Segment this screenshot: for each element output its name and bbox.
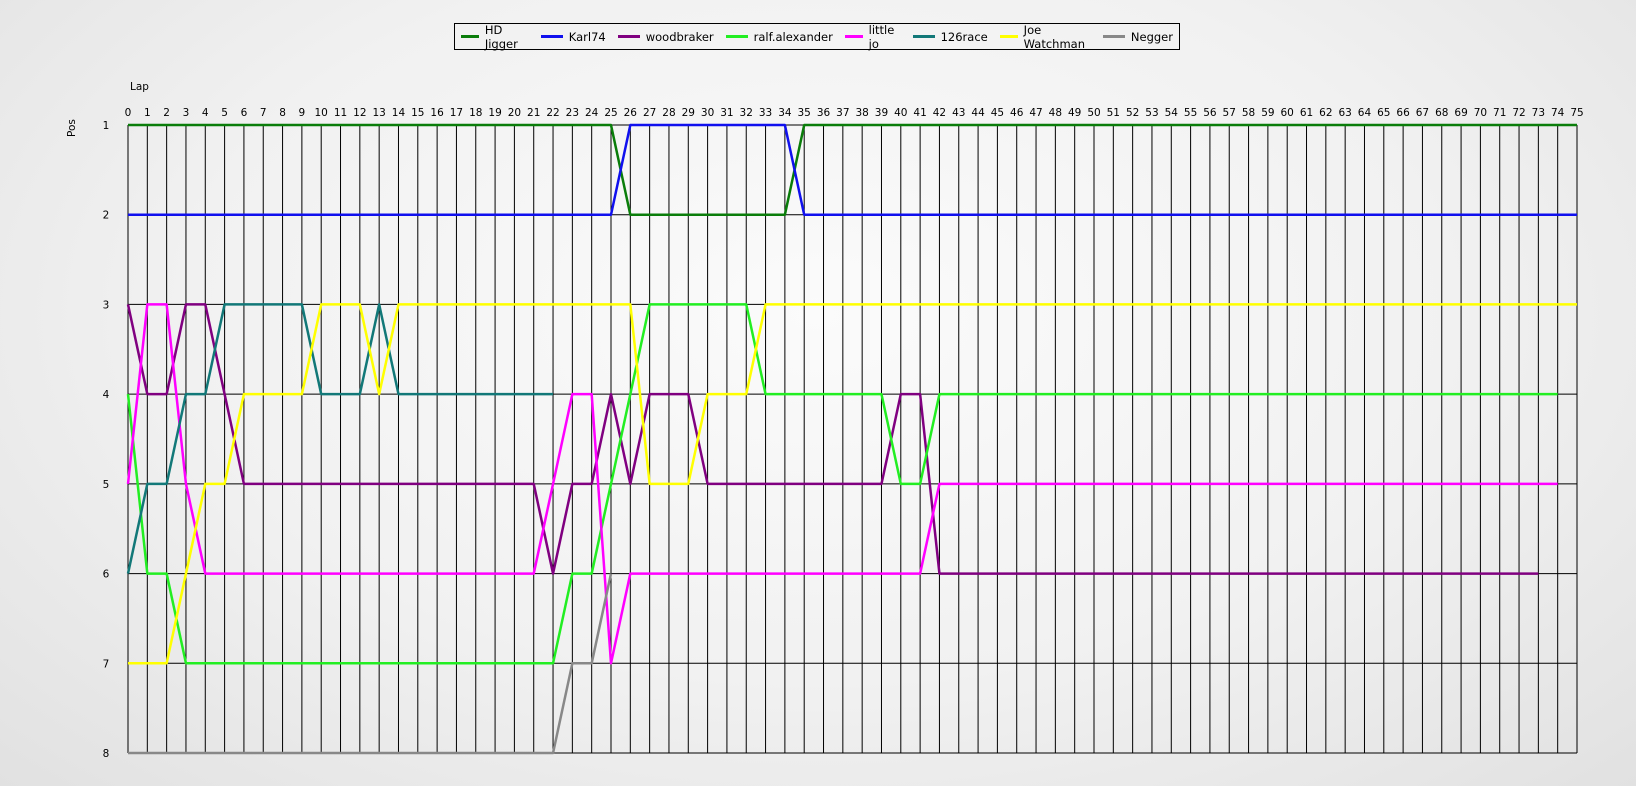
x-tick-label: 2 xyxy=(163,107,170,119)
x-tick-label: 69 xyxy=(1454,107,1467,119)
y-tick-label: 7 xyxy=(103,658,110,670)
x-tick-label: 0 xyxy=(125,107,132,119)
x-tick-label: 23 xyxy=(566,107,579,119)
x-tick-label: 49 xyxy=(1068,107,1081,119)
x-tick-label: 41 xyxy=(913,107,926,119)
x-tick-label: 32 xyxy=(740,107,753,119)
series-line-hd-jigger xyxy=(128,123,1577,216)
y-tick-labels: 1 2 3 4 5 6 7 8 xyxy=(103,120,110,760)
x-tick-label: 8 xyxy=(279,107,286,119)
x-tick-label: 26 xyxy=(624,107,638,119)
y-tick-label: 1 xyxy=(103,120,110,132)
x-tick-label: 5 xyxy=(221,107,228,119)
x-tick-label: 73 xyxy=(1532,107,1545,119)
x-tick-label: 63 xyxy=(1338,107,1351,119)
x-tick-label: 28 xyxy=(662,107,675,119)
x-tick-label: 11 xyxy=(334,107,347,119)
position-chart: 0 1 2 3 4 5 6 7 8 9 10 11 12 13 14 15 16 17 18 19 20 21 22 23 24… xyxy=(66,81,1584,760)
x-tick-label: 61 xyxy=(1300,107,1313,119)
x-tick-label: 38 xyxy=(855,107,868,119)
x-tick-label: 56 xyxy=(1203,107,1217,119)
grid xyxy=(127,124,1578,754)
x-tick-label: 57 xyxy=(1223,107,1236,119)
x-tick-label: 14 xyxy=(392,107,406,119)
x-tick-label: 55 xyxy=(1184,107,1197,119)
x-tick-label: 65 xyxy=(1377,107,1390,119)
x-tick-label: 34 xyxy=(778,107,792,119)
x-tick-label: 25 xyxy=(604,107,617,119)
x-tick-label: 39 xyxy=(875,107,888,119)
x-tick-label: 75 xyxy=(1570,107,1583,119)
x-tick-label: 47 xyxy=(1029,107,1042,119)
x-tick-label: 31 xyxy=(720,107,733,119)
x-tick-label: 74 xyxy=(1551,107,1565,119)
y-tick-label: 2 xyxy=(103,210,110,222)
x-tick-label: 17 xyxy=(450,107,463,119)
x-tick-label: 44 xyxy=(971,107,985,119)
x-tick-label: 50 xyxy=(1087,107,1100,119)
x-tick-labels: 0 1 2 3 4 5 6 7 8 9 10 11 12 13 14 15 16 17 18 19 20 21 22 23 24… xyxy=(125,107,1584,119)
y-tick-label: 5 xyxy=(103,479,110,491)
x-tick-label: 54 xyxy=(1165,107,1179,119)
x-tick-label: 20 xyxy=(508,107,521,119)
x-tick-label: 27 xyxy=(643,107,656,119)
x-tick-label: 16 xyxy=(430,107,444,119)
x-tick-label: 40 xyxy=(894,107,907,119)
x-tick-label: 21 xyxy=(527,107,540,119)
x-tick-label: 62 xyxy=(1319,107,1332,119)
y-tick-label: 6 xyxy=(103,569,110,581)
x-tick-label: 48 xyxy=(1049,107,1062,119)
x-tick-label: 30 xyxy=(701,107,714,119)
y-tick-label: 3 xyxy=(103,299,110,311)
x-tick-label: 67 xyxy=(1416,107,1429,119)
x-tick-label: 43 xyxy=(952,107,965,119)
x-tick-label: 64 xyxy=(1358,107,1372,119)
x-tick-label: 58 xyxy=(1242,107,1255,119)
x-tick-label: 4 xyxy=(202,107,209,119)
x-tick-label: 18 xyxy=(469,107,482,119)
x-tick-label: 52 xyxy=(1126,107,1139,119)
x-tick-label: 7 xyxy=(260,107,267,119)
x-tick-label: 36 xyxy=(817,107,831,119)
x-tick-label: 37 xyxy=(836,107,849,119)
x-tick-label: 35 xyxy=(798,107,811,119)
x-tick-label: 12 xyxy=(353,107,366,119)
x-tick-label: 3 xyxy=(183,107,190,119)
x-tick-label: 24 xyxy=(585,107,599,119)
x-tick-label: 60 xyxy=(1281,107,1294,119)
x-tick-label: 33 xyxy=(759,107,772,119)
x-tick-label: 15 xyxy=(411,107,424,119)
x-tick-label: 1 xyxy=(144,107,151,119)
x-tick-label: 53 xyxy=(1145,107,1158,119)
x-tick-label: 51 xyxy=(1107,107,1120,119)
y-tick-label: 8 xyxy=(103,748,110,760)
x-tick-label: 13 xyxy=(372,107,385,119)
x-tick-label: 42 xyxy=(933,107,946,119)
x-tick-label: 22 xyxy=(546,107,559,119)
x-tick-label: 45 xyxy=(991,107,1004,119)
x-tick-label: 46 xyxy=(1010,107,1024,119)
y-axis-label: Pos xyxy=(66,119,78,137)
x-axis-label: Lap xyxy=(130,81,149,93)
x-tick-label: 72 xyxy=(1512,107,1525,119)
x-tick-label: 59 xyxy=(1261,107,1274,119)
x-tick-label: 68 xyxy=(1435,107,1448,119)
x-tick-label: 10 xyxy=(315,107,328,119)
x-tick-label: 66 xyxy=(1396,107,1410,119)
series-line-karl74 xyxy=(128,123,1577,216)
x-tick-label: 70 xyxy=(1474,107,1487,119)
x-tick-label: 29 xyxy=(682,107,695,119)
x-tick-label: 19 xyxy=(488,107,501,119)
series-line-woodbraker xyxy=(126,303,1539,575)
x-tick-label: 9 xyxy=(299,107,306,119)
x-tick-label: 71 xyxy=(1493,107,1506,119)
y-tick-label: 4 xyxy=(103,389,110,401)
x-tick-label: 6 xyxy=(241,107,248,119)
series-lines xyxy=(126,123,1577,755)
